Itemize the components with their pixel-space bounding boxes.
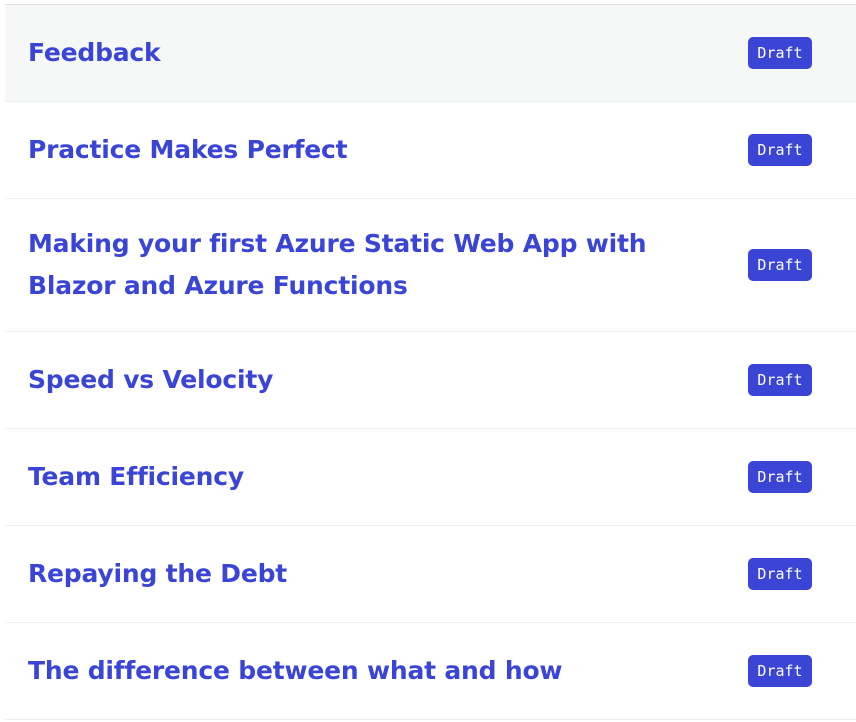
status-badge: Draft [748,655,812,687]
post-title-link[interactable]: Repaying the Debt [28,553,748,595]
post-title-link[interactable]: Team Efficiency [28,456,748,498]
status-badge: Draft [748,558,812,590]
list-item[interactable]: Feedback Draft [5,5,856,102]
list-item[interactable]: Repaying the Debt Draft [5,526,856,623]
status-badge: Draft [748,37,812,69]
status-badge: Draft [748,364,812,396]
list-item[interactable]: Speed vs Velocity Draft [5,332,856,429]
status-badge: Draft [748,461,812,493]
post-title-link[interactable]: Practice Makes Perfect [28,129,748,171]
post-title-link[interactable]: Feedback [28,32,748,74]
status-badge: Draft [748,134,812,166]
status-badge: Draft [748,249,812,281]
list-item[interactable]: The difference between what and how Draf… [5,623,856,720]
post-title-link[interactable]: Speed vs Velocity [28,359,748,401]
post-title-link[interactable]: Making your first Azure Static Web App w… [28,223,748,307]
list-item[interactable]: Making your first Azure Static Web App w… [5,199,856,332]
post-title-link[interactable]: The difference between what and how [28,650,748,692]
post-list: Feedback Draft Practice Makes Perfect Dr… [5,4,856,720]
list-item[interactable]: Team Efficiency Draft [5,429,856,526]
list-item[interactable]: Practice Makes Perfect Draft [5,102,856,199]
